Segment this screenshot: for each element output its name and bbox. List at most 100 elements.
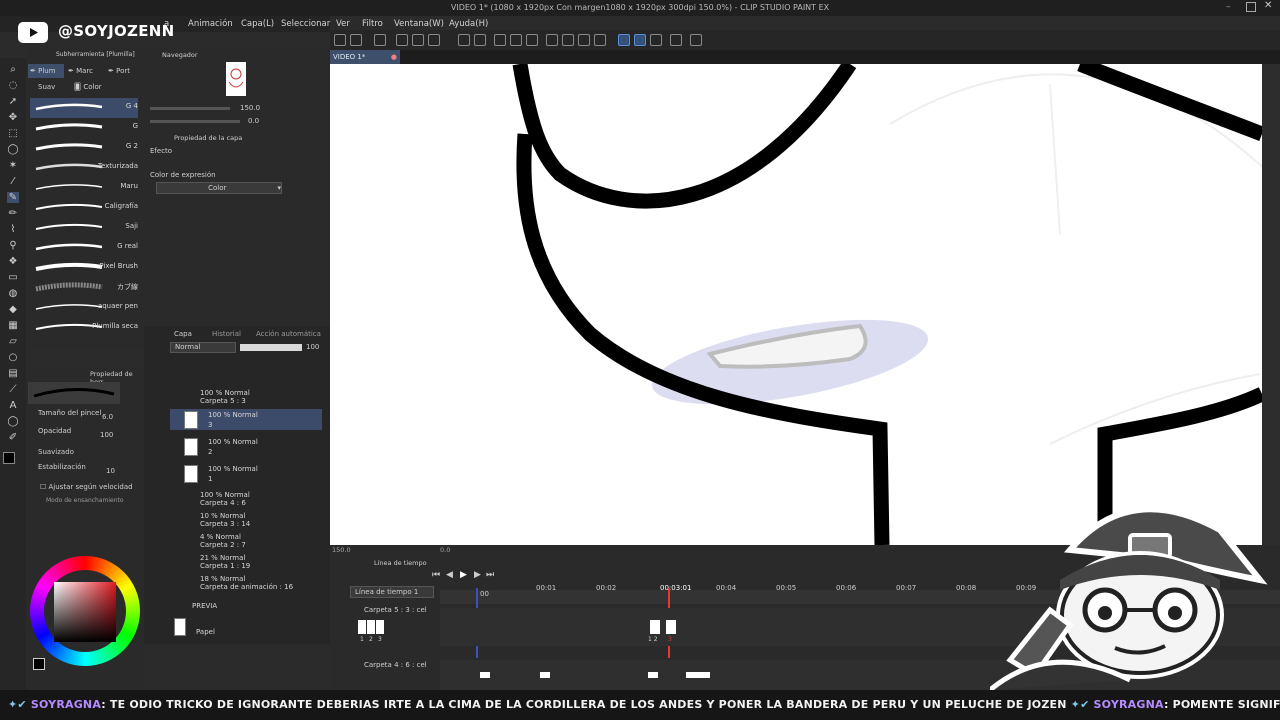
auto-select-tool-icon[interactable]: ✶	[7, 160, 19, 171]
navigator-angle-value[interactable]: 0.0	[248, 117, 259, 125]
cel-block[interactable]	[650, 620, 660, 634]
balloon-tool-icon[interactable]: ◯	[7, 416, 19, 427]
move-tool-icon[interactable]: ✥	[7, 112, 19, 123]
select-all-icon[interactable]	[546, 34, 558, 46]
saturation-square[interactable]	[54, 582, 116, 642]
brush-size-value[interactable]: 6.0	[102, 413, 113, 421]
layer-folder-2[interactable]: 4 % Normal Carpeta 2 : 7	[170, 532, 322, 553]
drawing-canvas[interactable]	[330, 64, 1262, 545]
figure-tool-icon[interactable]: ▱	[7, 336, 19, 347]
snap-grid-icon[interactable]	[650, 34, 662, 46]
maximize-icon[interactable]	[1246, 2, 1256, 12]
brush-item-g4[interactable]: G 4	[30, 98, 138, 118]
menu-item-filter[interactable]: Filtro	[362, 19, 383, 29]
brush-item-saji[interactable]: Saji	[30, 218, 138, 238]
track-header-2[interactable]: Carpeta 4 : 6 : cel	[350, 661, 438, 671]
menu-item-select[interactable]: Seleccionar	[281, 19, 330, 29]
blend-tool-icon[interactable]: ◍	[7, 288, 19, 299]
brush-item-pixel-brush[interactable]: Pixel Brush	[30, 258, 138, 278]
current-color-swatch[interactable]	[33, 658, 45, 670]
expression-color-select[interactable]: Color ▾	[156, 182, 282, 194]
brush-tool-icon[interactable]: ⌇	[7, 224, 19, 235]
text-tool-icon[interactable]: A	[7, 400, 19, 411]
navigator-zoom-value[interactable]: 150.0	[240, 104, 260, 112]
decoration-tool-icon[interactable]: ❖	[7, 256, 19, 267]
menu-item-animation[interactable]: Animación	[188, 19, 233, 29]
track-header-1[interactable]: Carpeta 5 : 3 : cel	[350, 606, 438, 616]
brush-item-g-real[interactable]: G real	[30, 238, 138, 258]
hide-selection-icon[interactable]	[594, 34, 606, 46]
layer-cel-2[interactable]: 100 % Normal 2	[170, 436, 322, 457]
cel-thumb-2[interactable]	[367, 620, 375, 634]
tab-plumilla[interactable]: ✒ Plum	[28, 64, 64, 78]
select-tool-icon[interactable]: ⬚	[7, 128, 19, 139]
tab-suave[interactable]: Suav	[38, 83, 55, 91]
cel-block[interactable]	[666, 620, 676, 634]
tab-auto-action[interactable]: Acción automática	[256, 330, 321, 338]
brush-item-aquaer-pen[interactable]: aquaer pen	[30, 298, 138, 318]
stabilization-value[interactable]: 10	[106, 467, 115, 475]
tab-layer[interactable]: Capa	[174, 330, 192, 338]
tab-marcador[interactable]: ✒ Marc	[68, 67, 93, 75]
opacity-value[interactable]: 100	[100, 431, 113, 439]
undo-icon[interactable]	[458, 34, 470, 46]
zoom-readout[interactable]: 150.0	[332, 546, 351, 554]
invert-icon[interactable]	[578, 34, 590, 46]
timeline-select[interactable]: Línea de tiempo 1	[350, 586, 434, 598]
brush-item-g[interactable]: G	[30, 118, 138, 138]
cel-block[interactable]	[540, 672, 550, 678]
next-frame-icon[interactable]: ▶	[474, 570, 484, 580]
correct-line-tool-icon[interactable]: ✐	[7, 432, 19, 443]
snap-special-ruler-icon[interactable]	[634, 34, 646, 46]
eyedropper-tool-icon[interactable]: ⁄	[7, 176, 19, 187]
menu-item-view[interactable]: Ver	[336, 19, 350, 29]
frame-tool-icon[interactable]: ▤	[7, 368, 19, 379]
save-icon[interactable]	[396, 34, 408, 46]
pencil-tool-icon[interactable]: ✏	[7, 208, 19, 219]
cel-block[interactable]	[686, 672, 710, 678]
ellipse-tool-icon[interactable]: ○	[7, 352, 19, 363]
layer-cel-1[interactable]: 100 % Normal 1	[170, 463, 322, 484]
menu-item-help[interactable]: Ayuda(H)	[449, 19, 488, 29]
navigator-preview[interactable]	[226, 62, 246, 96]
companion-icon[interactable]	[670, 34, 682, 46]
layer-opacity-value[interactable]: 100	[306, 343, 319, 351]
close-icon[interactable]: ✕	[1264, 0, 1274, 12]
layer-folder-5[interactable]: 100 % Normal Carpeta 5 : 3	[170, 387, 322, 408]
layer-paper[interactable]: Papel	[170, 616, 322, 637]
airbrush-tool-icon[interactable]: ⚲	[7, 240, 19, 251]
brush-item-kabu[interactable]: カブ線	[30, 278, 138, 298]
minimize-icon[interactable]: –	[1226, 2, 1236, 12]
operation-tool-icon[interactable]: ➚	[7, 96, 19, 107]
layer-folder-4[interactable]: 100 % Normal Carpeta 4 : 6	[170, 490, 322, 511]
blend-mode-select[interactable]: Normal	[170, 342, 236, 353]
layer-opacity-slider[interactable]	[240, 344, 302, 351]
layer-folder-3[interactable]: 10 % Normal Carpeta 3 : 14	[170, 511, 322, 532]
navigator-angle-slider[interactable]	[150, 120, 240, 123]
speed-checkbox[interactable]: ☐ Ajustar según velocidad	[40, 483, 133, 491]
eraser-tool-icon[interactable]: ▭	[7, 272, 19, 283]
redo-icon[interactable]	[474, 34, 486, 46]
navigator-zoom-slider[interactable]	[150, 107, 230, 110]
pen-tool-icon[interactable]: ✎	[7, 192, 19, 203]
tab-video-1[interactable]: VIDEO 1* ●	[330, 50, 400, 64]
open-icon[interactable]	[374, 34, 386, 46]
close-tab-icon[interactable]: ●	[391, 53, 397, 61]
canvas-vertical-scrollbar[interactable]	[1262, 64, 1280, 545]
reference-icon[interactable]	[690, 34, 702, 46]
clear-icon[interactable]	[494, 34, 506, 46]
deselect-icon[interactable]	[562, 34, 574, 46]
layer-folder-1[interactable]: 21 % Normal Carpeta 1 : 19	[170, 553, 322, 574]
brush-item-texturizada[interactable]: Texturizada	[30, 158, 138, 178]
brush-item-plumilla-seca[interactable]: Plumilla seca	[30, 318, 138, 338]
cel-block[interactable]	[480, 672, 490, 678]
brush-item-maru[interactable]: Maru	[30, 178, 138, 198]
selection-tool-icon[interactable]: ◯	[7, 144, 19, 155]
tab-portaminas[interactable]: ✒ Port	[108, 67, 130, 75]
brush-item-g2[interactable]: G 2	[30, 138, 138, 158]
gradient-tool-icon[interactable]: ▦	[7, 320, 19, 331]
fill-tool-icon[interactable]: ◆	[7, 304, 19, 315]
brush-item-caligrafia[interactable]: Caligrafía	[30, 198, 138, 218]
menu-item-layer[interactable]: Capa(L)	[241, 19, 274, 29]
main-color-swatch[interactable]	[3, 452, 15, 464]
